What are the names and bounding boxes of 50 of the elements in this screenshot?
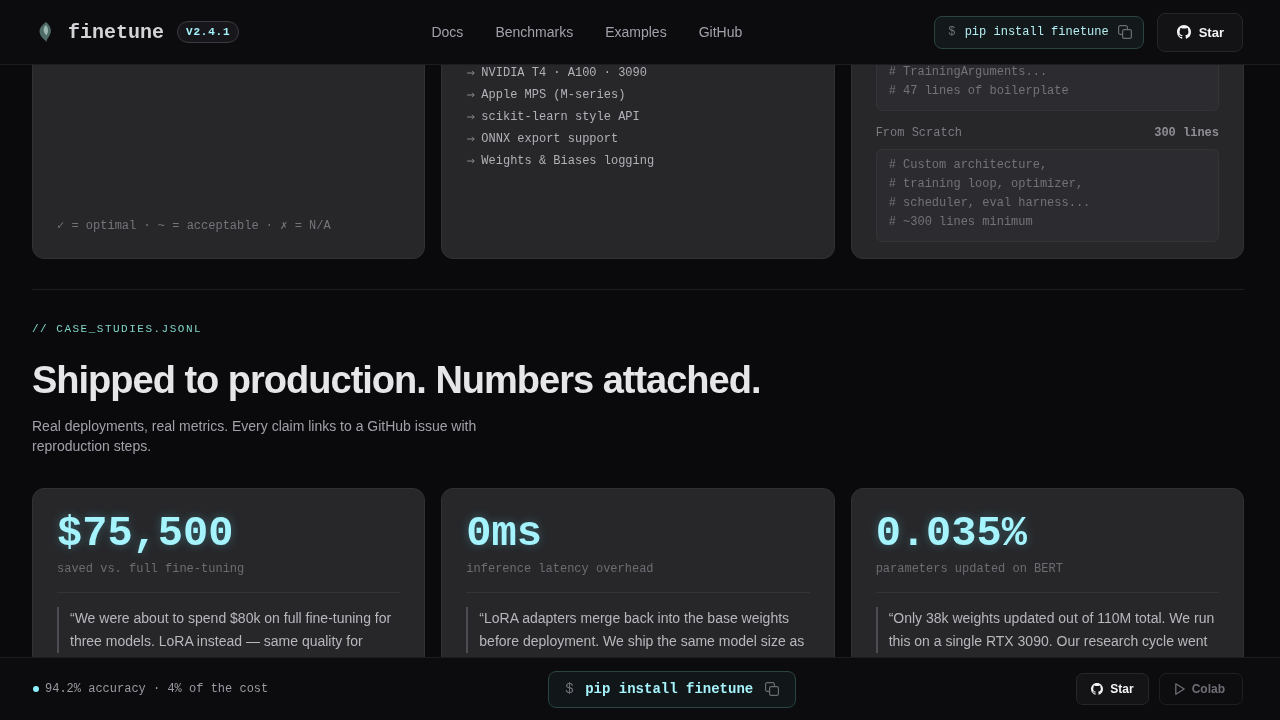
github-icon	[1091, 683, 1104, 695]
nav-link[interactable]: Examples	[605, 24, 667, 40]
testimonial-quote: “We were about to spend $80k on full fine-tuning for three models. LoRA instead — same quality for	[57, 607, 401, 653]
feature-item-text: Weights & Biases logging	[481, 153, 655, 170]
arrow-icon	[467, 158, 476, 164]
section-subtitle: Real deployments, real metrics. Every claim links to a GitHub issue with reproduction steps.	[32, 417, 478, 456]
line-count: 300 lines	[1154, 125, 1219, 141]
feature-item-text: Apple MPS (M-series)	[481, 87, 626, 104]
feature-item-text: ONNX export support	[481, 131, 619, 148]
stat-value: 0ms	[466, 510, 543, 558]
github-icon	[1176, 25, 1191, 39]
legend-text: ✓ = optimal · ~ = acceptable · ✗ = N/A	[57, 218, 332, 234]
star-button[interactable]: Star	[1156, 12, 1243, 52]
leaf-icon	[39, 22, 53, 42]
version-badge: V2.4.1	[177, 21, 240, 43]
status-text: 94.2% accuracy · 4% of the cost	[45, 682, 269, 696]
section-title: Shipped to production. Numbers attached.	[32, 359, 762, 401]
feature-item-text: scikit-learn style API	[481, 109, 640, 126]
testimonial-quote: “Only 38k weights updated out of 110M total. We run this on a single RTX 3090. Our research cycle went	[875, 607, 1219, 653]
install-command-button[interactable]: $ pip install finetune	[548, 670, 797, 708]
section-eyebrow: // CASE_STUDIES.JSONL	[32, 322, 204, 337]
code-line: # Custom architecture,	[888, 157, 1049, 174]
stat-caption: parameters updated on BERT	[875, 561, 1064, 577]
stat-value: $75,500	[57, 510, 235, 558]
nav-link[interactable]: Docs	[431, 24, 464, 40]
nav-link[interactable]: GitHub	[698, 24, 743, 40]
code-line: # ~300 lines minimum	[888, 214, 1034, 231]
code-line: # training loop, optimizer,	[888, 176, 1085, 193]
copy-icon	[1117, 25, 1132, 39]
star-button[interactable]: Star	[1076, 673, 1149, 705]
copy-icon	[765, 682, 780, 696]
arrow-icon	[467, 92, 476, 98]
feature-item-text: NVIDIA T4 · A100 · 3090	[481, 65, 647, 82]
code-line: # TrainingArguments...	[888, 64, 1049, 81]
stat-value: 0.035%	[875, 510, 1028, 558]
section-label: From Scratch	[875, 125, 963, 141]
status-dot-icon	[33, 686, 39, 692]
install-command-button[interactable]: $ pip install finetune	[934, 15, 1144, 49]
arrow-icon	[467, 114, 476, 120]
code-line: # 47 lines of boilerplate	[888, 83, 1070, 100]
nav-link[interactable]: Benchmarks	[495, 24, 574, 40]
arrow-icon	[467, 136, 476, 142]
arrow-icon	[467, 70, 476, 76]
testimonial-quote: “LoRA adapters merge back into the base weights before deployment. We ship the same model size as	[466, 607, 810, 653]
brand-name[interactable]: finetune	[68, 20, 164, 44]
colab-button[interactable]: Colab	[1158, 673, 1243, 705]
code-line: # scheduler, eval harness...	[888, 195, 1092, 212]
play-icon	[1174, 683, 1185, 695]
stat-caption: inference latency overhead	[466, 561, 655, 577]
stat-caption: saved vs. full fine-tuning	[57, 561, 246, 577]
